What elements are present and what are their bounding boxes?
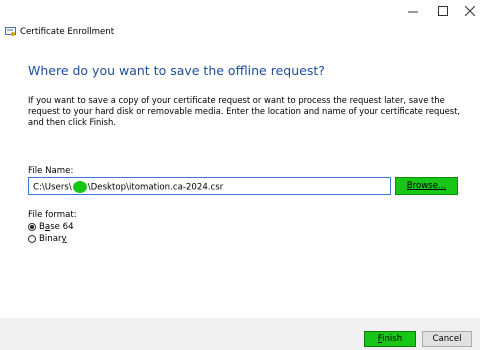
file-path-suffix: \Desktop\itomation.ca-2024.csr (87, 182, 224, 193)
browse-button[interactable]: Browse... (395, 177, 458, 195)
close-icon (465, 6, 475, 16)
radio-binary[interactable]: Binary (28, 234, 67, 244)
radio-binary-label: Binary (39, 234, 67, 244)
minimize-button[interactable] (398, 0, 428, 22)
maximize-button[interactable] (428, 0, 458, 22)
minimize-icon (408, 11, 418, 13)
window-title-area: Certificate Enrollment (5, 27, 114, 37)
file-name-input[interactable]: C:\Users\ \Desktop\itomation.ca-2024.csr (28, 177, 391, 195)
file-name-label: File Name: (28, 166, 74, 176)
radio-base64-label: Base 64 (39, 222, 74, 232)
window-title: Certificate Enrollment (20, 27, 115, 37)
close-button[interactable] (455, 0, 480, 22)
file-format-label: File format: (28, 210, 77, 220)
radio-base64-indicator (28, 223, 36, 231)
radio-binary-indicator (28, 235, 36, 243)
redaction-mark (72, 181, 87, 193)
finish-label: Finish (377, 334, 403, 344)
page-description: If you want to save a copy of your certi… (28, 95, 461, 127)
cancel-label: Cancel (432, 334, 462, 344)
browse-label: Browse... (406, 181, 447, 191)
certificate-icon (5, 27, 16, 36)
cancel-button[interactable]: Cancel (422, 331, 472, 347)
radio-base64[interactable]: Base 64 (28, 222, 74, 232)
file-path-prefix: C:\Users\ (33, 182, 72, 193)
page-heading: Where do you want to save the offline re… (28, 63, 325, 78)
finish-button[interactable]: Finish (364, 331, 416, 347)
maximize-icon (438, 6, 448, 16)
